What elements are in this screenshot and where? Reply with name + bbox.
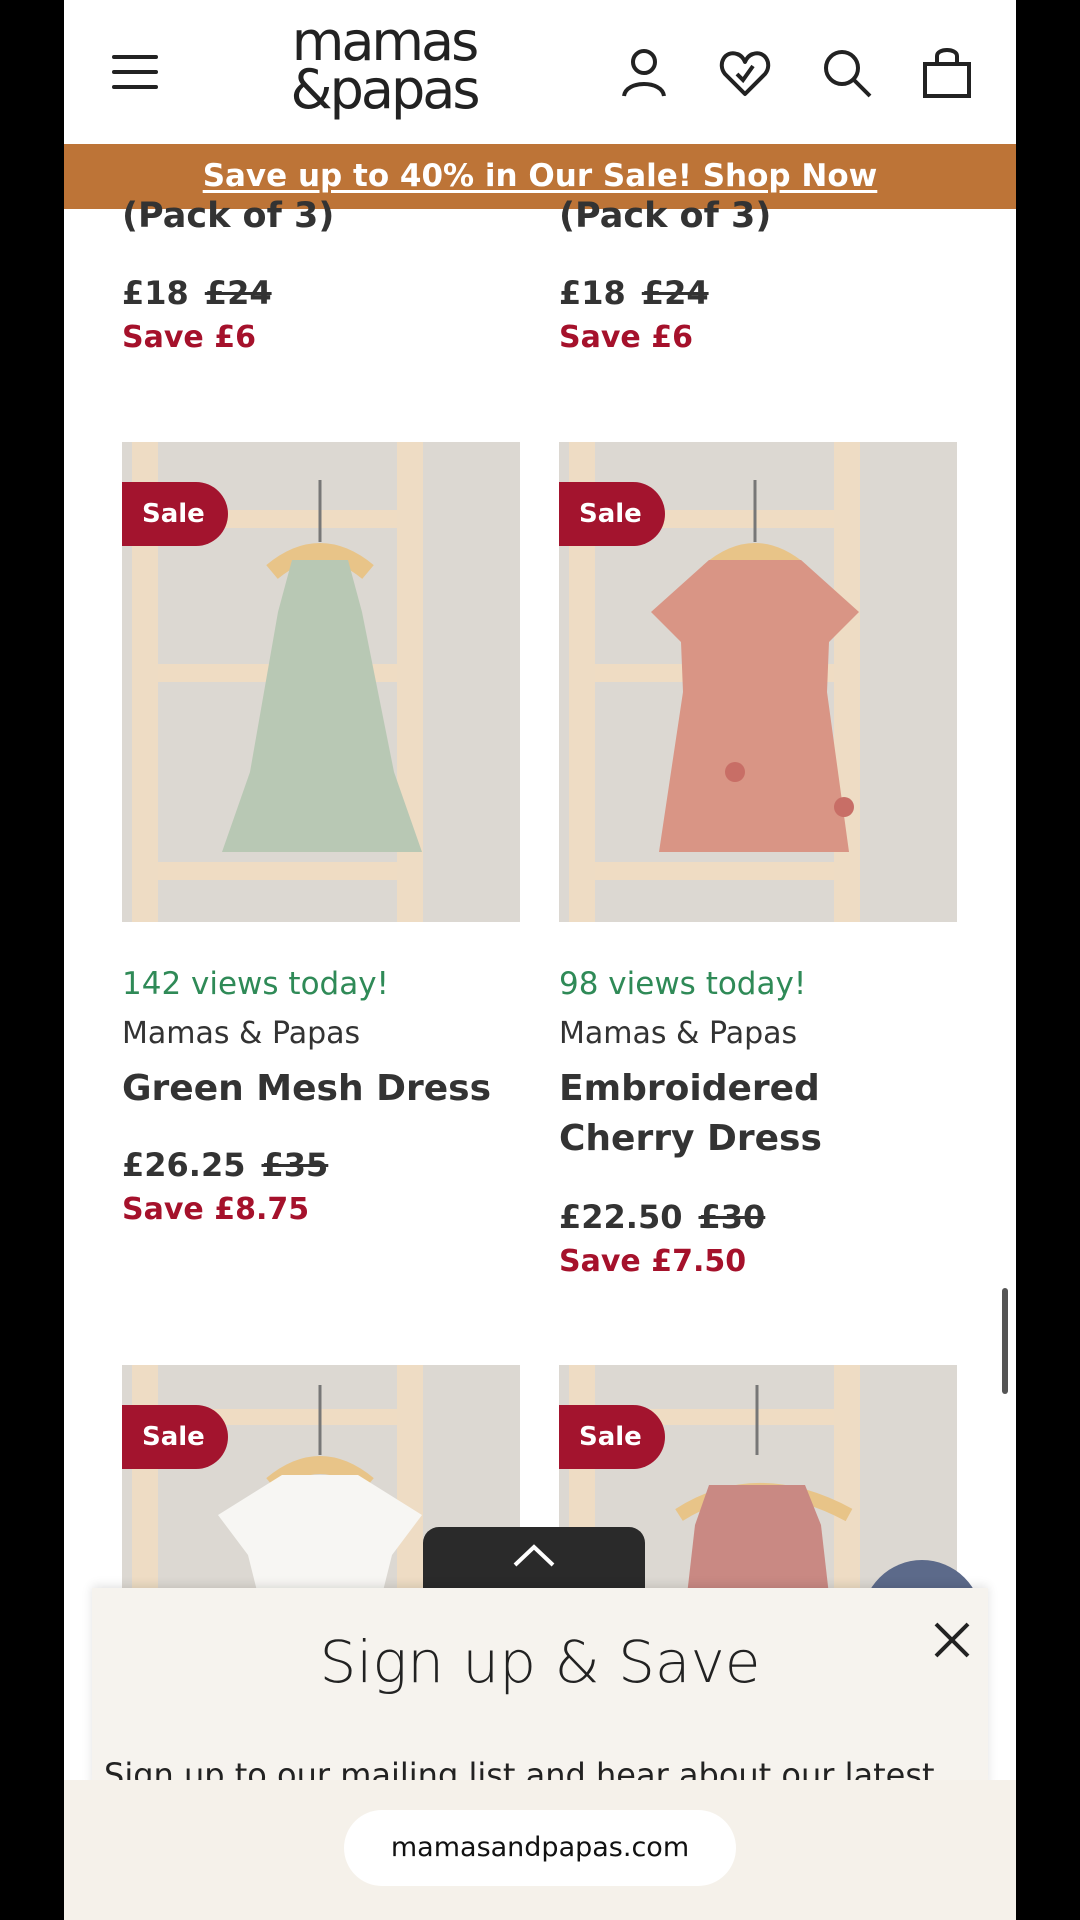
- signup-modal: Sign up & Save Sign up to our mailing li…: [92, 1588, 988, 1794]
- signup-title: Sign up & Save: [319, 1628, 761, 1696]
- was-price: £24: [204, 274, 272, 312]
- address-bar[interactable]: mamasandpapas.com: [344, 1810, 736, 1886]
- product-image[interactable]: Sale: [122, 442, 520, 922]
- product-brand: Mamas & Papas: [122, 1016, 361, 1051]
- price-row: £18 £24: [122, 274, 272, 312]
- sale-badge: Sale: [122, 1405, 228, 1469]
- was-price: £35: [261, 1146, 329, 1184]
- product-image[interactable]: Sale: [559, 442, 957, 922]
- price-row: £22.50 £30: [559, 1198, 765, 1236]
- back-to-top-button[interactable]: [423, 1527, 645, 1597]
- browser-bottom-bar: mamasandpapas.com: [64, 1780, 1016, 1920]
- dress-shape: [687, 1485, 829, 1595]
- current-price: £26.25: [122, 1146, 246, 1184]
- chevron-up-icon: [513, 1544, 555, 1567]
- save-amount: Save £6: [559, 320, 693, 355]
- product-title-partial[interactable]: (Pack of 3): [122, 196, 334, 236]
- product-name[interactable]: Embroidered Cherry Dress: [559, 1064, 959, 1164]
- menu-icon[interactable]: [112, 55, 158, 91]
- save-amount: Save £8.75: [122, 1192, 310, 1227]
- app-viewport: mamas &papas Save up to 40% in Our Sale!…: [64, 0, 1016, 1920]
- price-row: £18 £24: [559, 274, 709, 312]
- save-amount: Save £7.50: [559, 1244, 747, 1279]
- sale-badge: Sale: [122, 482, 228, 546]
- current-price: £22.50: [559, 1198, 683, 1236]
- bag-icon[interactable]: [919, 44, 975, 100]
- price-row: £26.25 £35: [122, 1146, 328, 1184]
- site-header: mamas &papas: [64, 0, 1016, 144]
- current-price: £18: [559, 274, 626, 312]
- close-icon[interactable]: [930, 1618, 974, 1662]
- was-price: £30: [698, 1198, 766, 1236]
- was-price: £24: [641, 274, 709, 312]
- brand-logo[interactable]: mamas &papas: [244, 15, 524, 128]
- views-today: 98 views today!: [559, 966, 807, 1002]
- sale-badge: Sale: [559, 1405, 665, 1469]
- search-icon[interactable]: [818, 44, 874, 100]
- dress-shape: [651, 560, 859, 852]
- account-icon[interactable]: [616, 44, 672, 100]
- product-title-partial[interactable]: (Pack of 3): [559, 196, 771, 236]
- logo-line-2: &papas: [290, 58, 481, 121]
- sale-badge: Sale: [559, 482, 665, 546]
- product-name[interactable]: Green Mesh Dress: [122, 1064, 522, 1114]
- product-brand: Mamas & Papas: [559, 1016, 798, 1051]
- views-today: 142 views today!: [122, 966, 389, 1002]
- page-scrollbar[interactable]: [1002, 1288, 1008, 1394]
- wishlist-icon[interactable]: [717, 44, 773, 100]
- save-amount: Save £6: [122, 320, 256, 355]
- current-price: £18: [122, 274, 189, 312]
